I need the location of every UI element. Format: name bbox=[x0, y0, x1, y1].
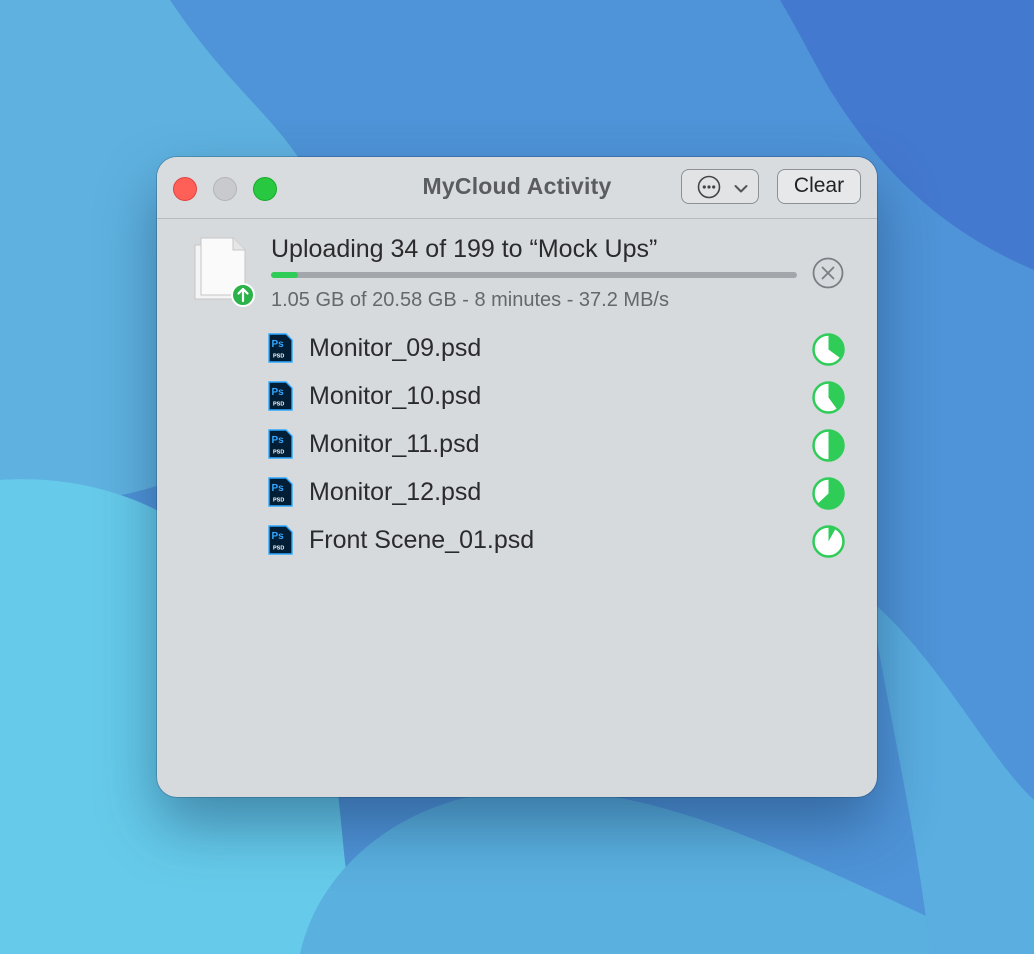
file-progress-pie bbox=[812, 477, 845, 510]
upload-progress-fill bbox=[271, 272, 298, 278]
svg-text:Ps: Ps bbox=[272, 435, 285, 446]
file-row[interactable]: Ps PSD Monitor_10.psd bbox=[157, 373, 877, 421]
file-name: Monitor_12.psd bbox=[309, 478, 482, 506]
psd-file-icon: Ps PSD bbox=[268, 381, 293, 411]
psd-file-icon: Ps PSD bbox=[268, 429, 293, 459]
psd-file-icon: Ps PSD bbox=[268, 333, 293, 363]
file-name: Front Scene_01.psd bbox=[309, 526, 535, 554]
clear-button[interactable]: Clear bbox=[777, 169, 861, 204]
svg-text:Ps: Ps bbox=[272, 483, 285, 494]
ellipsis-circle-icon bbox=[697, 175, 721, 204]
cancel-upload-button[interactable] bbox=[812, 257, 844, 289]
svg-text:PSD: PSD bbox=[273, 498, 284, 504]
svg-text:PSD: PSD bbox=[273, 402, 284, 408]
svg-text:PSD: PSD bbox=[273, 354, 284, 360]
file-progress-pie bbox=[812, 429, 845, 462]
more-options-button[interactable] bbox=[681, 169, 759, 204]
svg-text:PSD: PSD bbox=[273, 546, 284, 552]
upload-heading: Uploading 34 of 199 to “Mock Ups” bbox=[271, 235, 658, 263]
file-row[interactable]: Ps PSD Front Scene_01.psd bbox=[157, 517, 877, 565]
upload-detail: 1.05 GB of 20.58 GB - 8 minutes - 37.2 M… bbox=[271, 289, 669, 311]
file-progress-pie bbox=[812, 333, 845, 366]
svg-text:Ps: Ps bbox=[272, 531, 285, 542]
svg-text:Ps: Ps bbox=[272, 387, 285, 398]
chevron-down-icon bbox=[734, 181, 748, 199]
activity-window: MyCloud Activity Clear Uploading 34 of 1… bbox=[157, 157, 877, 797]
file-name: Monitor_09.psd bbox=[309, 334, 482, 362]
file-name: Monitor_10.psd bbox=[309, 382, 482, 410]
file-progress-pie bbox=[812, 381, 845, 414]
title-bar: MyCloud Activity Clear bbox=[157, 157, 877, 219]
upload-progress-bar bbox=[271, 272, 797, 278]
file-row[interactable]: Ps PSD Monitor_09.psd bbox=[157, 325, 877, 373]
file-row[interactable]: Ps PSD Monitor_11.psd bbox=[157, 421, 877, 469]
file-name: Monitor_11.psd bbox=[309, 430, 480, 458]
psd-file-icon: Ps PSD bbox=[268, 525, 293, 555]
svg-text:Ps: Ps bbox=[272, 339, 285, 350]
file-list: Ps PSD Monitor_09.psd Ps PSD Monitor_10.psd Ps… bbox=[157, 325, 877, 565]
file-row[interactable]: Ps PSD Monitor_12.psd bbox=[157, 469, 877, 517]
document-upload-icon bbox=[193, 235, 255, 307]
cancel-x-circle-icon bbox=[812, 257, 844, 289]
svg-text:PSD: PSD bbox=[273, 450, 284, 456]
window-title: MyCloud Activity bbox=[422, 173, 612, 199]
psd-file-icon: Ps PSD bbox=[268, 477, 293, 507]
file-progress-pie bbox=[812, 525, 845, 558]
